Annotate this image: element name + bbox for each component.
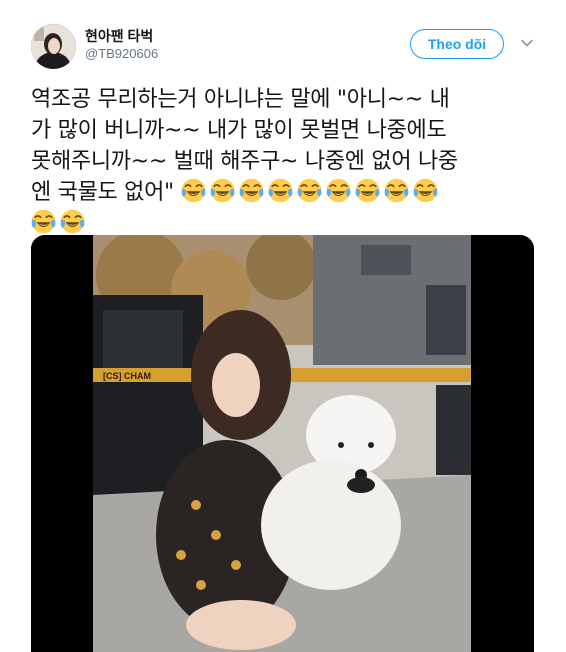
tweet-card: 현아팬 타벅 @TB920606 Theo dõi 역조공 무리하는거 아니냐는…: [0, 0, 566, 652]
tweet-text-line: 엔 국물도 없어": [31, 177, 546, 208]
follow-button[interactable]: Theo dõi: [410, 29, 504, 59]
tears-of-joy-emoji-icon: [297, 178, 321, 203]
tears-of-joy-emoji-icon: [60, 209, 85, 234]
tweet-text-line: 못해주니까~~ 벌때 해주구~ 나중엔 없어 나중: [31, 149, 458, 174]
tweet-video[interactable]: [CS] CHAM: [31, 235, 534, 652]
tweet-text-fragment: 엔 국물도 없어": [31, 180, 174, 205]
tears-of-joy-emoji-icon: [413, 178, 437, 203]
tweet-text-line: 역조공 무리하는거 아니냐는 말에 "아니~~ 내: [31, 87, 450, 112]
tweet-text-line: 가 많이 버니까~~ 내가 많이 못벌면 나중에도: [31, 118, 447, 143]
emoji-row: [31, 209, 89, 236]
display-name[interactable]: 현아팬 타벅: [85, 26, 153, 46]
tears-of-joy-emoji-icon: [210, 178, 234, 203]
tears-of-joy-emoji-icon: [384, 178, 408, 203]
tweet-header: 현아팬 타벅 @TB920606 Theo dõi: [31, 24, 541, 74]
tears-of-joy-emoji-icon: [326, 178, 350, 203]
tears-of-joy-emoji-icon: [355, 178, 379, 203]
banner-text: [CS] CHAM: [103, 371, 151, 381]
video-frame: [CS] CHAM: [31, 235, 534, 652]
tears-of-joy-emoji-icon: [31, 209, 56, 234]
tears-of-joy-emoji-icon: [181, 178, 205, 203]
tears-of-joy-emoji-icon: [239, 178, 263, 203]
user-handle[interactable]: @TB920606: [85, 46, 158, 61]
chevron-down-icon[interactable]: [520, 36, 534, 50]
emoji-row: [181, 178, 442, 205]
tears-of-joy-emoji-icon: [268, 178, 292, 203]
avatar[interactable]: [31, 24, 76, 69]
tweet-text: 역조공 무리하는거 아니냐는 말에 "아니~~ 내 가 많이 버니까~~ 내가 …: [31, 84, 546, 239]
